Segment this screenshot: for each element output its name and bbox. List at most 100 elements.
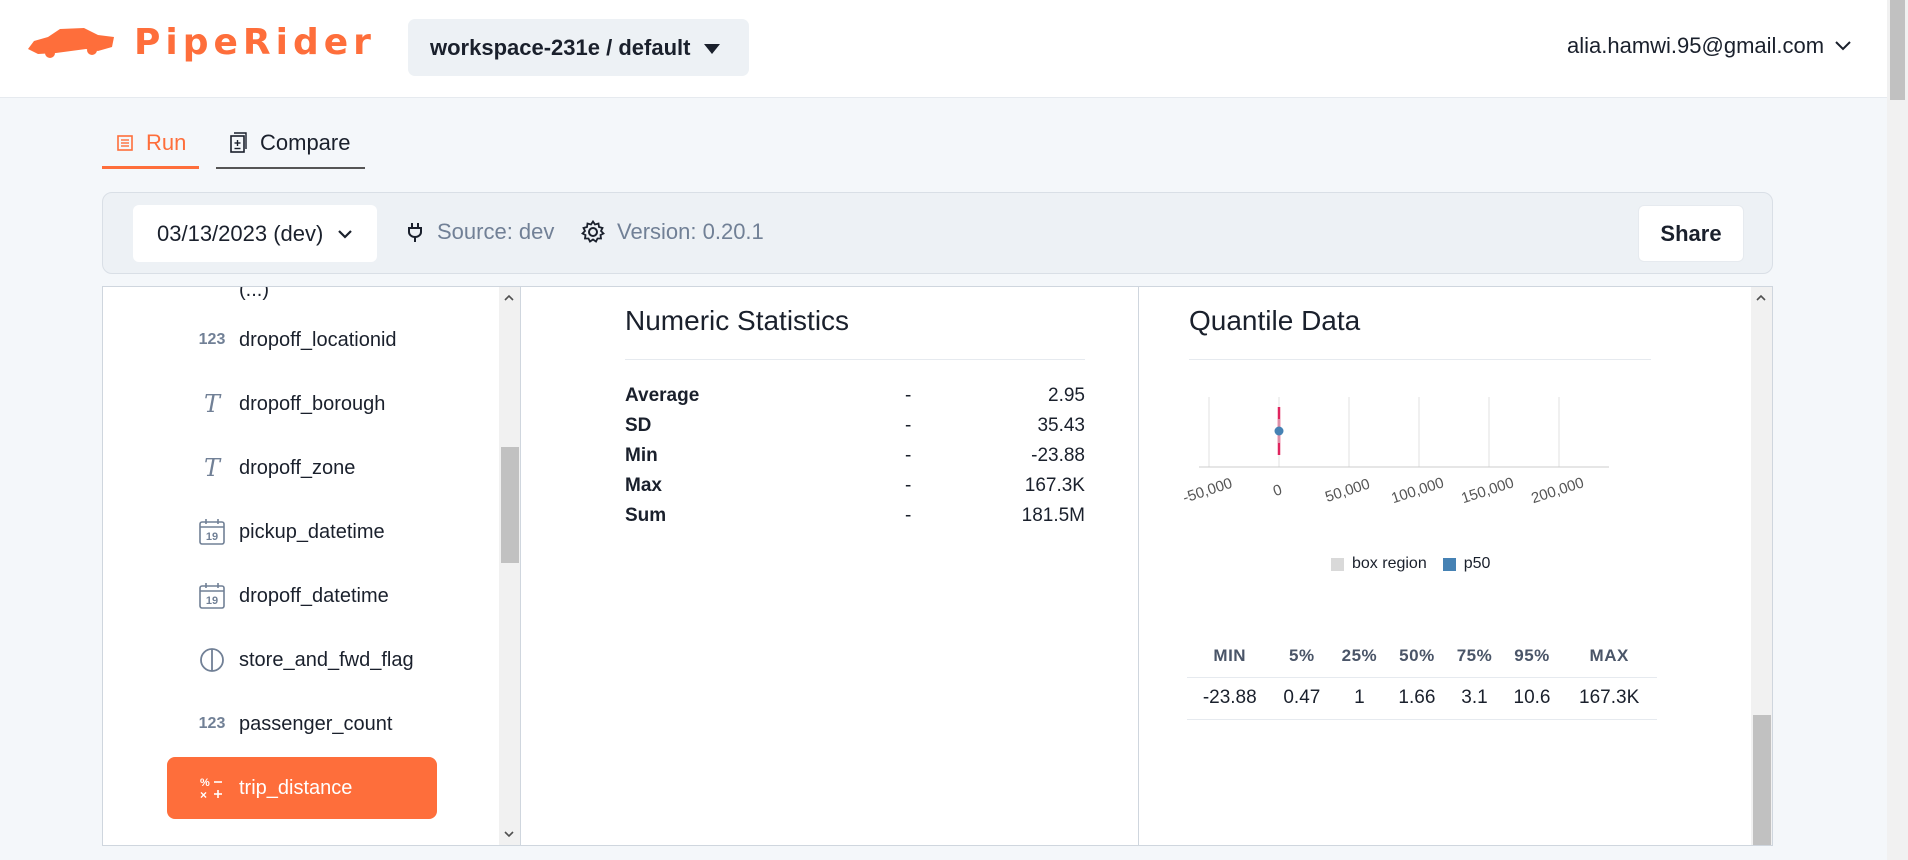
table-cell: -23.88 xyxy=(1187,677,1273,720)
stat-row-min: Min - -23.88 xyxy=(625,441,1085,471)
sidebar-item-passenger-count[interactable]: 123 passenger_count xyxy=(167,693,437,755)
table-cell: 167.3K xyxy=(1561,677,1657,720)
column-header: 75% xyxy=(1456,645,1493,665)
user-email: alia.hamwi.95@gmail.com xyxy=(1567,33,1825,58)
calendar-icon: 19 xyxy=(197,582,227,610)
detail-scrollbar-thumb[interactable] xyxy=(1753,715,1771,845)
table-cell: 1 xyxy=(1331,677,1388,720)
list-icon xyxy=(117,134,133,151)
column-name: dropoff_datetime xyxy=(239,584,389,607)
numeric-statistics-title: Numeric Statistics xyxy=(625,305,850,336)
column-name-cut: (...) xyxy=(239,287,269,301)
gear-icon xyxy=(581,220,605,243)
tab-run[interactable]: Run xyxy=(102,119,199,169)
column-list-scrollbar-thumb[interactable] xyxy=(501,447,519,563)
stat-row-sd: SD - 35.43 xyxy=(625,411,1085,441)
tab-compare[interactable]: Compare xyxy=(216,119,365,169)
x-tick-label: -50,000 xyxy=(1181,475,1235,507)
sidebar-item-dropoff-zone[interactable]: T dropoff_zone xyxy=(167,437,437,499)
legend-label: box region xyxy=(1352,555,1427,572)
column-name: dropoff_locationid xyxy=(239,328,397,351)
stat-label: Max xyxy=(625,475,662,496)
legend-label: p50 xyxy=(1463,555,1491,572)
stat-value: 181.5M xyxy=(1021,505,1085,526)
scroll-up-icon[interactable] xyxy=(504,293,514,303)
chevron-down-icon xyxy=(1835,41,1851,51)
scroll-down-icon[interactable] xyxy=(504,829,514,839)
tab-compare-label: Compare xyxy=(260,130,351,155)
boolean-icon xyxy=(197,647,227,673)
divider xyxy=(625,359,1085,360)
column-header: MAX xyxy=(1589,645,1629,665)
stat-dash: - xyxy=(905,445,912,466)
stat-value: 2.95 xyxy=(1048,385,1085,406)
x-tick-label: 200,000 xyxy=(1529,474,1586,507)
user-menu[interactable]: alia.hamwi.95@gmail.com xyxy=(1567,33,1852,59)
workspace-label: workspace-231e / default xyxy=(430,34,691,60)
run-filter-bar: 03/13/2023 (dev) Source: dev Version: 0.… xyxy=(102,192,1773,274)
numeric-statistics-section: Numeric Statistics Average - 2.95 SD - 3… xyxy=(521,287,1139,845)
stat-label: SD xyxy=(625,415,652,436)
column-header: MIN xyxy=(1213,645,1247,665)
page-scrollbar[interactable] xyxy=(1887,0,1908,860)
stat-dash: - xyxy=(905,505,912,526)
sidebar-item-trip-distance[interactable]: % × trip_distance xyxy=(167,757,437,819)
x-tick-label: 0 xyxy=(1271,481,1284,500)
table-cell: 0.47 xyxy=(1272,677,1332,720)
quantile-table: MIN 5% 25% 50% 75% 95% MAX -23.88 0.47 1… xyxy=(1187,635,1657,720)
sidebar-item-pickup-datetime[interactable]: 19 pickup_datetime xyxy=(167,501,437,563)
legend-item-box-region[interactable]: box region xyxy=(1331,555,1427,573)
table-cell: 10.6 xyxy=(1502,677,1562,720)
svg-text:19: 19 xyxy=(206,595,218,607)
tab-run-label: Run xyxy=(146,129,187,155)
svg-text:×: × xyxy=(200,788,207,801)
sidebar-item-dropoff-datetime[interactable]: 19 dropoff_datetime xyxy=(167,565,437,627)
table-cell: 1.66 xyxy=(1387,677,1447,720)
x-tick-label: 100,000 xyxy=(1389,474,1446,507)
stat-dash: - xyxy=(905,475,912,496)
numeric-icon: 123 xyxy=(198,331,226,348)
plug-icon xyxy=(408,223,422,242)
scroll-up-icon[interactable] xyxy=(1756,293,1766,303)
column-name: pickup_datetime xyxy=(239,520,385,543)
page-scrollbar-thumb[interactable] xyxy=(1890,0,1905,100)
column-name: dropoff_zone xyxy=(239,456,356,479)
legend-item-p50[interactable]: p50 xyxy=(1442,555,1491,573)
compare-doc-icon xyxy=(230,132,247,153)
table-header-row: MIN 5% 25% 50% 75% 95% MAX xyxy=(1187,635,1657,677)
sidebar-item-dropoff-borough[interactable]: T dropoff_borough xyxy=(167,373,437,435)
calendar-icon: 19 xyxy=(197,518,227,546)
version-label: Version: 0.20.1 xyxy=(617,219,764,244)
sidebar-item-store-and-fwd-flag[interactable]: store_and_fwd_flag xyxy=(167,629,437,691)
column-list: (...) 123 dropoff_locationid T dropoff_b… xyxy=(103,287,521,845)
chevron-down-icon xyxy=(338,229,353,239)
stat-value: 35.43 xyxy=(1037,415,1085,436)
car-logo-icon xyxy=(28,27,114,58)
stat-value: 167.3K xyxy=(1024,475,1085,496)
divider xyxy=(1189,359,1651,360)
column-name: store_and_fwd_flag xyxy=(239,648,414,671)
column-list-scrollbar[interactable] xyxy=(499,287,520,845)
text-type-icon: T xyxy=(203,390,220,418)
legend-swatch xyxy=(1331,557,1344,571)
svg-text:19: 19 xyxy=(206,531,218,543)
workspace-selector[interactable]: workspace-231e / default xyxy=(408,19,749,76)
text-type-icon: T xyxy=(203,454,220,482)
sidebar-item-dropoff-locationid[interactable]: 123 dropoff_locationid xyxy=(167,309,437,371)
x-tick-label: 50,000 xyxy=(1323,476,1372,506)
share-button[interactable]: Share xyxy=(1638,205,1744,262)
top-bar: PipeRider workspace-231e / default alia.… xyxy=(0,0,1887,98)
logo[interactable]: PipeRider xyxy=(26,22,376,63)
detail-scrollbar[interactable] xyxy=(1751,287,1772,845)
brand-name: PipeRider xyxy=(134,22,376,63)
run-date-selector[interactable]: 03/13/2023 (dev) xyxy=(133,205,377,262)
quantile-box-chart: -50,000 0 50,000 100,000 150,000 200,000 xyxy=(1181,397,1609,507)
version-info: Version: 0.20.1 xyxy=(581,219,764,245)
column-header: 25% xyxy=(1341,645,1378,665)
quantile-data-title: Quantile Data xyxy=(1189,305,1361,336)
table-cell: 3.1 xyxy=(1446,677,1503,720)
stat-dash: - xyxy=(905,385,912,406)
decimal-icon: % × xyxy=(197,775,227,801)
column-name: trip_distance xyxy=(239,776,353,799)
p50-marker xyxy=(1274,426,1284,436)
